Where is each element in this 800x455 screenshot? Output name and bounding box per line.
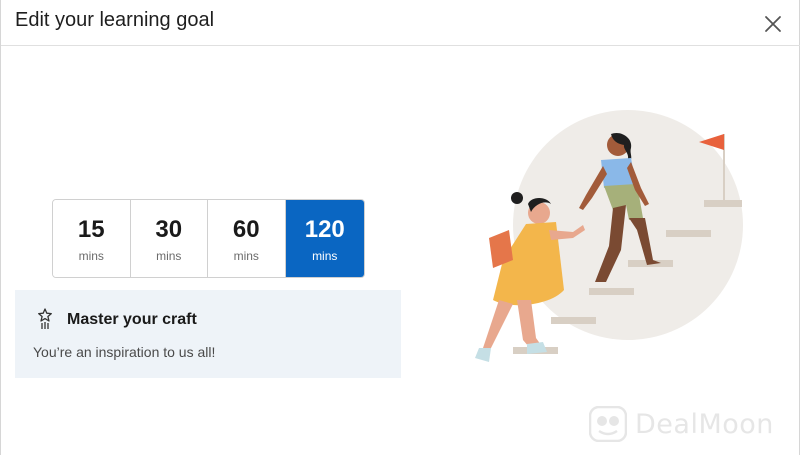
goal-options: 15 mins 30 mins 60 mins 120 mins xyxy=(52,199,365,278)
goal-option-60[interactable]: 60 mins xyxy=(208,200,286,277)
watermark-text: DealMoon xyxy=(635,408,774,440)
goal-option-30[interactable]: 30 mins xyxy=(130,200,208,277)
goal-option-unit: mins xyxy=(156,248,182,263)
dealmoon-logo-icon xyxy=(589,406,627,442)
dialog-title: Edit your learning goal xyxy=(15,9,215,31)
goal-option-15[interactable]: 15 mins xyxy=(53,200,131,277)
close-button[interactable] xyxy=(761,12,785,36)
goal-option-120[interactable]: 120 mins xyxy=(285,200,364,277)
stairs-climbing-illustration xyxy=(475,110,743,362)
dialog-header: Edit your learning goal xyxy=(1,0,800,46)
goal-card-description: You’re an inspiration to us all! xyxy=(33,344,216,360)
award-icon xyxy=(38,308,52,329)
goal-option-unit: mins xyxy=(312,248,338,263)
edit-goal-dialog: Edit your learning goal 15 mins 30 mins … xyxy=(0,0,800,455)
goal-option-value: 15 xyxy=(77,215,105,243)
close-icon xyxy=(765,16,781,32)
watermark: DealMoon xyxy=(589,404,789,444)
goal-option-value: 60 xyxy=(232,215,260,243)
goal-option-unit: mins xyxy=(233,248,259,263)
goal-option-unit: mins xyxy=(78,248,104,263)
goal-option-value: 120 xyxy=(304,215,345,243)
goal-card-title: Master your craft xyxy=(67,311,197,328)
goal-info-card: Master your craft You’re an inspiration … xyxy=(15,290,401,378)
goal-option-value: 30 xyxy=(155,215,183,243)
